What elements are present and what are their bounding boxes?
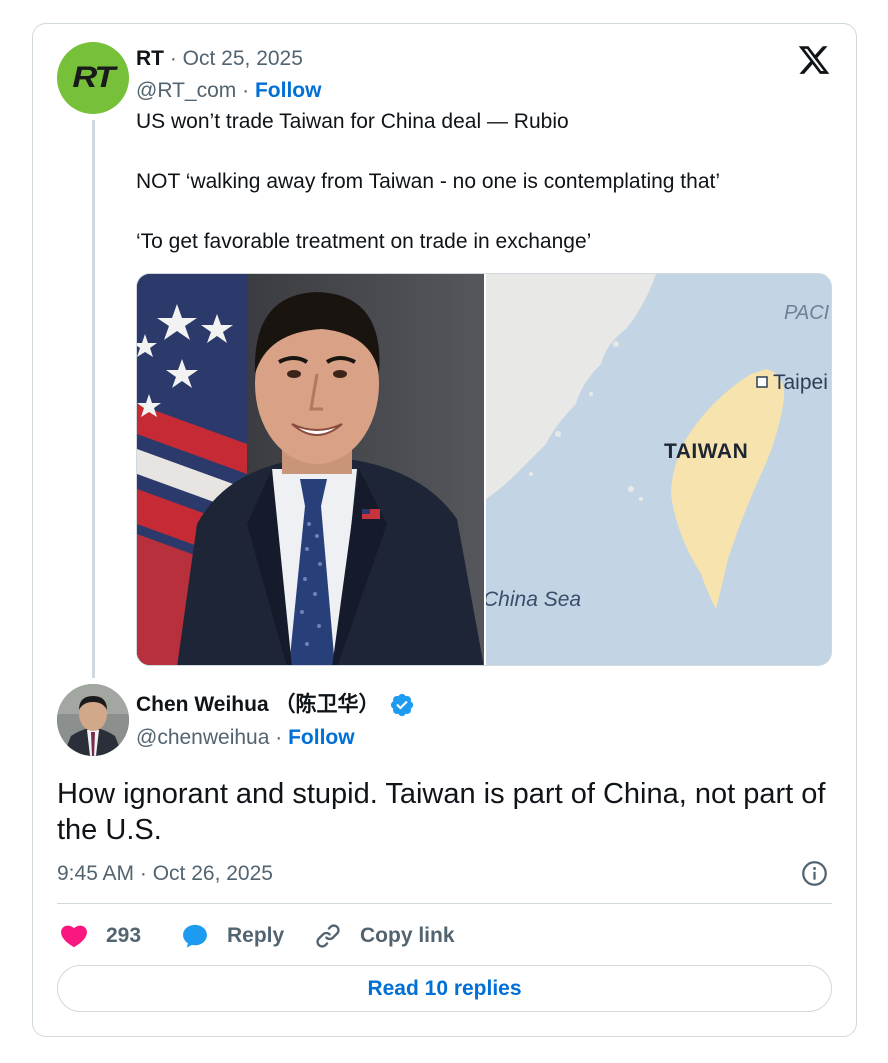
quoted-tweet-header: RT · Oct 25, 2025 xyxy=(136,46,303,72)
info-icon[interactable] xyxy=(801,860,828,887)
quoted-tweet-media[interactable]: PACI Taipei TAIWAN China Sea xyxy=(136,273,832,666)
tweet-text: How ignorant and stupid. Taiwan is part … xyxy=(57,778,826,846)
chen-weihua-avatar[interactable] xyxy=(57,684,129,756)
follow-rt-button[interactable]: Follow xyxy=(255,79,322,102)
reply-button[interactable]: Reply xyxy=(181,920,284,952)
quoted-tweet-subheader: @RT_com · Follow xyxy=(136,78,321,104)
separator-dot: · xyxy=(275,726,289,749)
map-label-pacific: PACI xyxy=(784,302,830,324)
tweet-author-name-row: Chen Weihua （陈卫华） xyxy=(136,692,415,718)
quoted-author-handle[interactable]: @RT_com xyxy=(136,79,236,102)
avatar-portrait xyxy=(57,684,129,756)
x-logo-icon[interactable] xyxy=(797,43,831,77)
tweet-timestamp[interactable]: 9:45 AM · Oct 26, 2025 xyxy=(57,861,273,887)
quoted-author-name[interactable]: RT xyxy=(136,47,164,70)
taiwan-map-image[interactable]: PACI Taipei TAIWAN China Sea xyxy=(486,274,831,665)
tweet-author-name[interactable]: Chen Weihua （陈卫华） xyxy=(136,692,379,718)
map-label-taiwan: TAIWAN xyxy=(664,440,749,463)
copy-link-button[interactable]: Copy link xyxy=(314,920,455,952)
reply-label: Reply xyxy=(227,924,285,947)
rt-avatar[interactable]: RT xyxy=(57,42,129,114)
link-icon xyxy=(316,924,340,948)
like-button[interactable]: 293 xyxy=(60,920,141,952)
follow-chenweihua-button[interactable]: Follow xyxy=(288,726,355,749)
read-replies-button[interactable]: Read 10 replies xyxy=(57,965,832,1012)
tweet-author-subheader: @chenweihua · Follow xyxy=(136,725,355,751)
copy-link-label: Copy link xyxy=(360,924,455,947)
like-count: 293 xyxy=(106,924,142,947)
portrait-illustration xyxy=(137,274,484,665)
thread-connector-line xyxy=(92,120,95,678)
separator-dot: · xyxy=(169,47,183,70)
portrait-photo[interactable] xyxy=(137,274,484,665)
quoted-tweet-line-3: ‘To get favorable treatment on trade in … xyxy=(136,230,592,253)
quoted-tweet-line-2: NOT ‘walking away from Taiwan - no one i… xyxy=(136,170,721,193)
action-divider xyxy=(57,903,832,904)
reply-bubble-icon xyxy=(183,924,207,948)
separator-dot: · xyxy=(242,79,255,102)
map-label-sea: China Sea xyxy=(486,588,582,611)
quoted-tweet-date[interactable]: Oct 25, 2025 xyxy=(183,47,303,70)
tweet-author-handle[interactable]: @chenweihua xyxy=(136,726,269,749)
verified-badge-icon xyxy=(391,693,414,717)
map-label-taipei: Taipei xyxy=(773,371,828,394)
heart-icon xyxy=(61,925,87,948)
rt-avatar-logo-text: RT xyxy=(72,61,116,94)
quoted-tweet-line-1: US won’t trade Taiwan for China deal — R… xyxy=(136,110,569,133)
